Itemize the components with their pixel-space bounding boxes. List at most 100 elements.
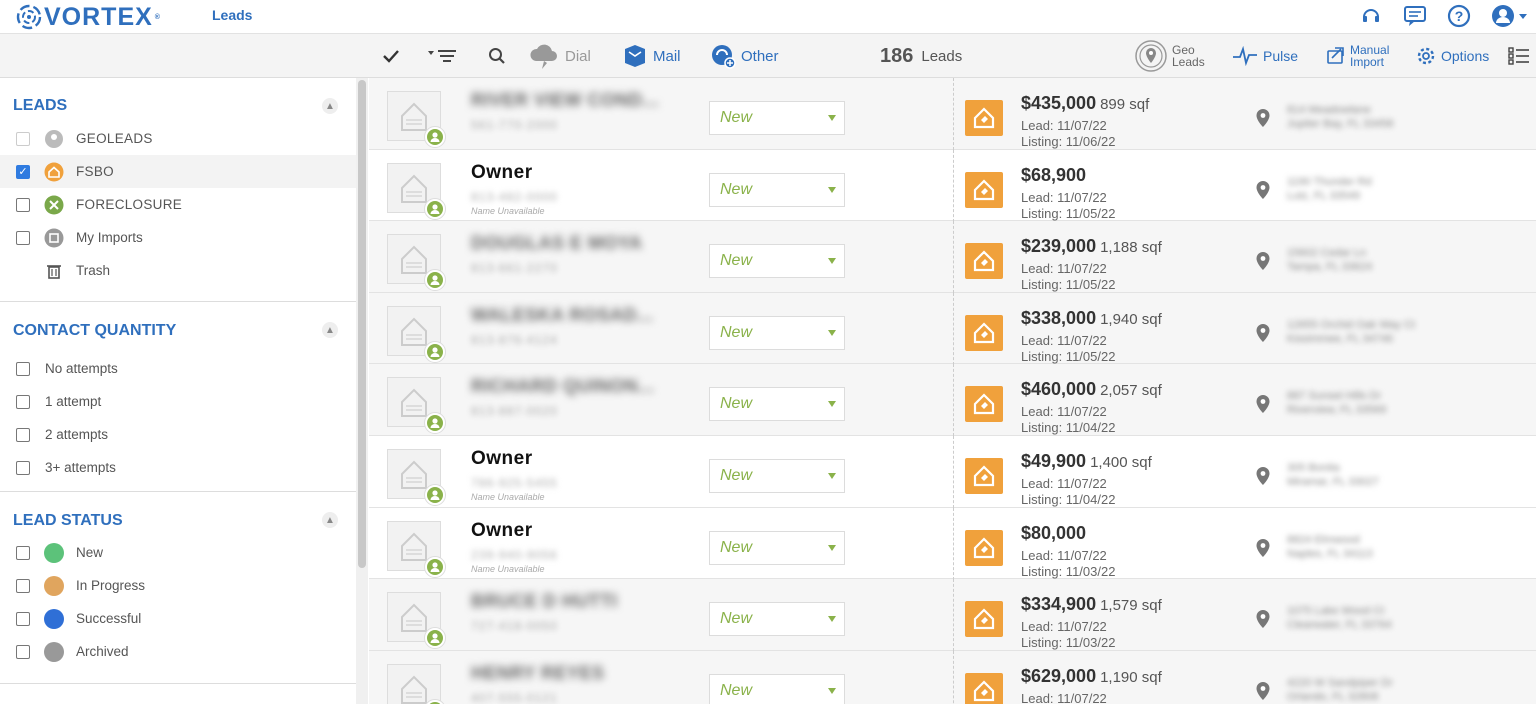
three-plus-attempts-checkbox[interactable] xyxy=(16,460,30,475)
location-pin-icon[interactable] xyxy=(1255,323,1271,348)
foreclosure-checkbox[interactable] xyxy=(16,197,30,212)
location-pin-icon[interactable] xyxy=(1255,609,1271,634)
lead-status-select[interactable]: New xyxy=(709,387,845,422)
status-new-checkbox[interactable] xyxy=(16,545,30,560)
property-thumbnail[interactable] xyxy=(387,520,446,578)
property-thumbnail[interactable] xyxy=(387,592,446,650)
account-menu-icon[interactable] xyxy=(1490,3,1530,29)
select-all-check-icon[interactable] xyxy=(382,34,400,78)
filter-status-in-progress[interactable]: In Progress xyxy=(0,569,356,602)
manual-import-button[interactable]: Manual Import xyxy=(1326,34,1389,78)
help-icon[interactable]: ? xyxy=(1446,3,1472,29)
search-icon[interactable] xyxy=(488,34,506,78)
support-headset-icon[interactable] xyxy=(1358,3,1384,29)
property-thumbnail[interactable] xyxy=(387,305,446,363)
filter-geoleads[interactable]: GEOLEADS xyxy=(0,122,356,155)
lead-row[interactable]: Owner 813-482-0000 Name Unavailable New $68,… xyxy=(369,149,1536,222)
contact-user-icon[interactable] xyxy=(424,269,446,292)
contact-user-icon[interactable] xyxy=(424,412,446,435)
sidebar-scroll-thumb[interactable] xyxy=(358,80,366,568)
status-in-progress-checkbox[interactable] xyxy=(16,578,30,593)
lead-status-select[interactable]: New xyxy=(709,244,845,279)
location-pin-icon[interactable] xyxy=(1255,251,1271,276)
lead-name[interactable]: Owner xyxy=(471,448,533,470)
nav-leads-link[interactable]: Leads xyxy=(212,7,252,23)
status-archived-checkbox[interactable] xyxy=(16,644,30,659)
filter-trash[interactable]: Trash xyxy=(0,254,356,287)
lead-status-select[interactable]: New xyxy=(709,602,845,637)
lead-name[interactable]: RICHARD QUINON... xyxy=(471,376,655,397)
pulse-button[interactable]: Pulse xyxy=(1232,34,1298,78)
lead-status-select[interactable]: New xyxy=(709,673,845,704)
collapse-lead-status-icon[interactable]: ▲ xyxy=(322,512,338,528)
lead-status-select[interactable]: New xyxy=(709,530,845,565)
contact-user-icon[interactable] xyxy=(424,555,446,578)
filter-status-new[interactable]: New xyxy=(0,536,356,569)
other-button[interactable]: Other xyxy=(710,34,779,78)
two-attempts-checkbox[interactable] xyxy=(16,427,30,442)
status-successful-checkbox[interactable] xyxy=(16,611,30,626)
lead-row[interactable]: DOUGLAS E MOYA 813-661-2270 New $239,000 1,1… xyxy=(369,221,1536,294)
location-pin-icon[interactable] xyxy=(1255,180,1271,205)
gear-icon xyxy=(1417,47,1435,65)
no-attempts-checkbox[interactable] xyxy=(16,361,30,376)
filter-status-successful[interactable]: Successful xyxy=(0,602,356,635)
vortex-logo[interactable]: VORTEX ® xyxy=(16,3,161,31)
filter-status-archived[interactable]: Archived xyxy=(0,635,356,668)
location-pin-icon[interactable] xyxy=(1255,681,1271,704)
lead-name[interactable]: DOUGLAS E MOYA xyxy=(471,233,642,254)
lead-row[interactable]: RIVER VIEW COND... 561-770-2000 New $435,00… xyxy=(369,78,1536,150)
lead-status-select[interactable]: New xyxy=(709,315,845,350)
lead-row[interactable]: BRUCE D HUTTI 727-418-0050 New $334,900 1,57… xyxy=(369,579,1536,652)
messages-icon[interactable] xyxy=(1402,3,1428,29)
location-pin-icon[interactable] xyxy=(1255,466,1271,491)
lead-name[interactable]: Owner xyxy=(471,162,533,184)
lead-name[interactable]: WALESKA ROSAD... xyxy=(471,305,653,326)
geoleads-checkbox[interactable] xyxy=(16,131,30,146)
sort-filter-icon[interactable] xyxy=(426,34,458,78)
contact-user-icon[interactable] xyxy=(424,126,446,148)
lead-name[interactable]: HENRY REYES xyxy=(471,663,605,684)
collapse-contact-quantity-icon[interactable]: ▲ xyxy=(322,322,338,338)
filter-no-attempts[interactable]: No attempts xyxy=(0,352,356,385)
location-pin-icon[interactable] xyxy=(1255,108,1271,133)
lead-name[interactable]: BRUCE D HUTTI xyxy=(471,591,618,612)
lead-row[interactable]: RICHARD QUINON... 813-887-0020 New $460,000… xyxy=(369,364,1536,437)
my-imports-checkbox[interactable] xyxy=(16,230,30,245)
lead-status-select[interactable]: New xyxy=(709,458,845,493)
lead-status-select[interactable]: New xyxy=(709,101,845,135)
options-button[interactable]: Options xyxy=(1416,34,1489,78)
filter-fsbo[interactable]: ✓ FSBO xyxy=(0,155,356,188)
property-thumbnail[interactable] xyxy=(387,448,446,506)
property-thumbnail[interactable] xyxy=(387,91,446,148)
fsbo-checkbox[interactable]: ✓ xyxy=(16,164,30,179)
contact-user-icon[interactable] xyxy=(424,197,446,220)
filter-1-attempt[interactable]: 1 attempt xyxy=(0,385,356,418)
geo-leads-button[interactable]: Geo Leads xyxy=(1134,34,1205,78)
lead-row[interactable]: HENRY REYES 407-555-0121 New $629,000 1,190 … xyxy=(369,650,1536,704)
mail-button[interactable]: Mail xyxy=(622,34,681,78)
lead-row[interactable]: Owner 786-925-5455 Name Unavailable New $49,… xyxy=(369,435,1536,508)
property-thumbnail[interactable] xyxy=(387,377,446,435)
property-thumbnail[interactable] xyxy=(387,234,446,292)
lead-name[interactable]: RIVER VIEW COND... xyxy=(471,90,659,111)
contact-user-icon[interactable] xyxy=(424,627,446,650)
filter-my-imports[interactable]: My Imports xyxy=(0,221,356,254)
filter-foreclosure[interactable]: FORECLOSURE xyxy=(0,188,356,221)
contact-user-icon[interactable] xyxy=(424,483,446,506)
property-thumbnail[interactable] xyxy=(387,162,446,220)
location-pin-icon[interactable] xyxy=(1255,538,1271,563)
one-attempt-checkbox[interactable] xyxy=(16,394,30,409)
contact-user-icon[interactable] xyxy=(424,340,446,363)
filter-2-attempts[interactable]: 2 attempts xyxy=(0,418,356,451)
lead-status-select[interactable]: New xyxy=(709,172,845,207)
dial-button[interactable]: Dial xyxy=(528,34,591,78)
lead-name[interactable]: Owner xyxy=(471,520,533,542)
location-pin-icon[interactable] xyxy=(1255,394,1271,419)
property-thumbnail[interactable] xyxy=(387,663,446,704)
lead-row[interactable]: Owner 239-940-9056 Name Unavailable New $80,… xyxy=(369,507,1536,580)
collapse-leads-icon[interactable]: ▲ xyxy=(322,98,338,114)
lead-row[interactable]: WALESKA ROSAD... 813-876-4124 New $338,000 1… xyxy=(369,292,1536,365)
column-list-icon[interactable] xyxy=(1508,34,1530,78)
filter-3plus-attempts[interactable]: 3+ attempts xyxy=(0,451,356,484)
